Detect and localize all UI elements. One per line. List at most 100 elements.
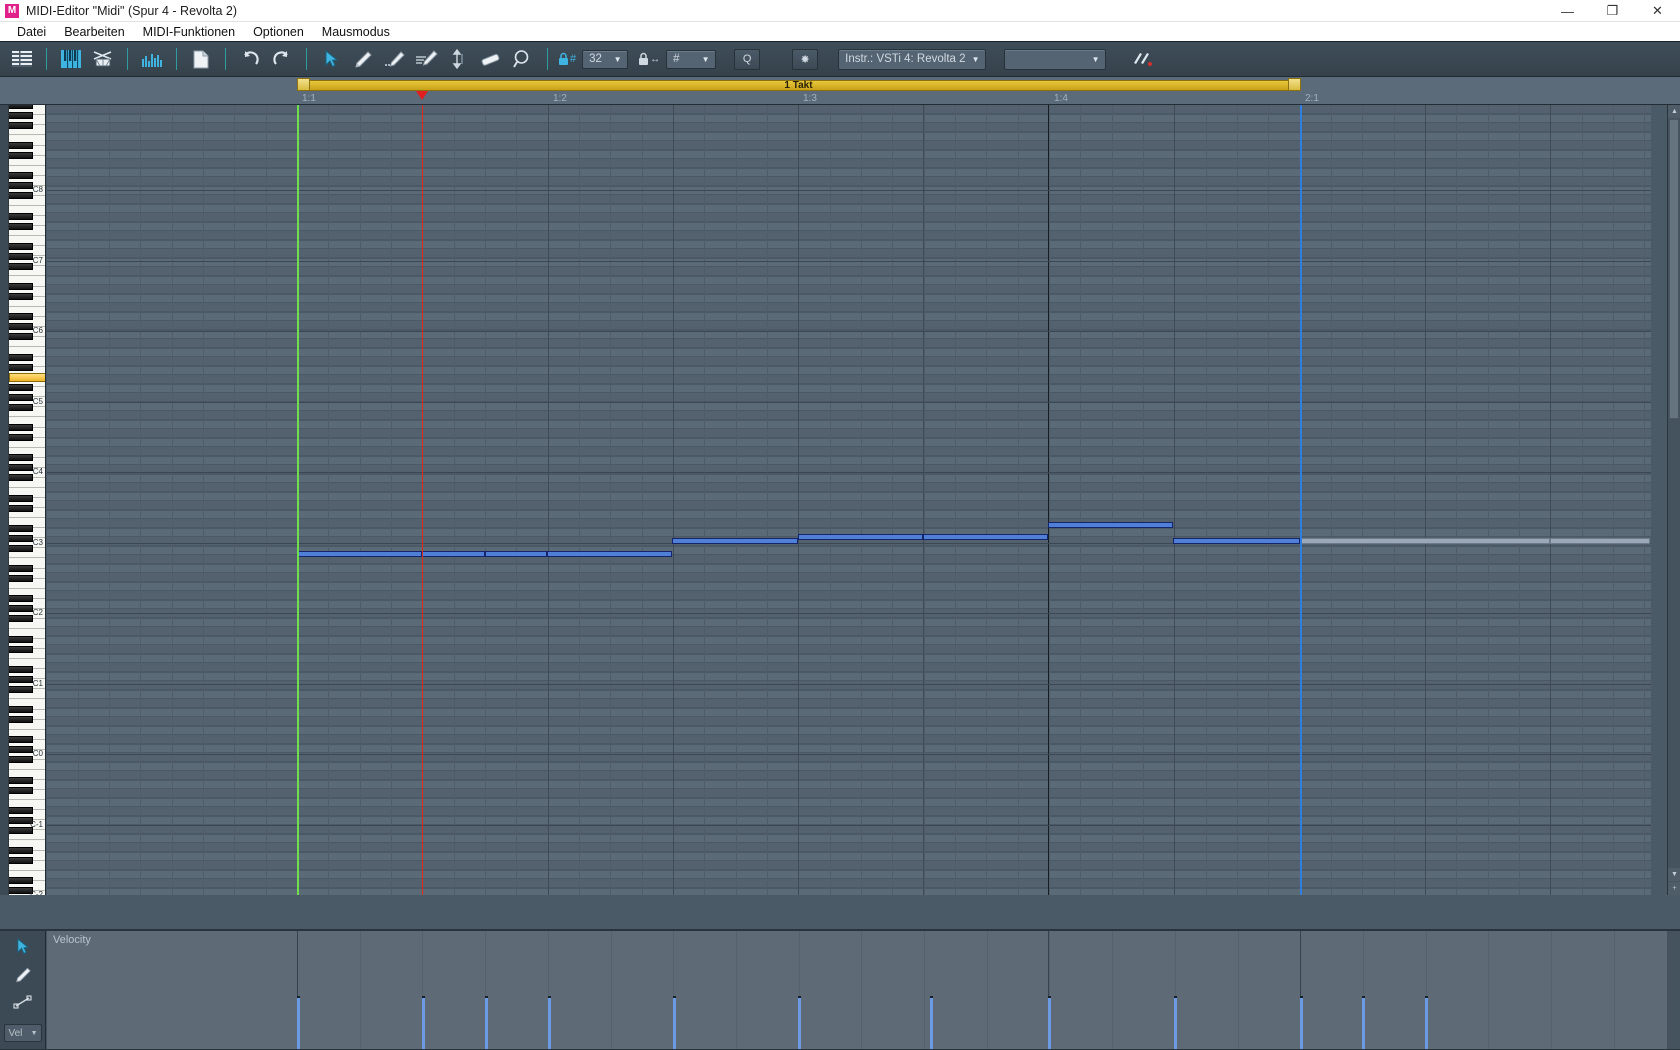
piano-black-key[interactable] bbox=[9, 283, 33, 291]
secondary-select[interactable]: ▼ bbox=[1004, 48, 1107, 70]
draw-pencil-icon[interactable] bbox=[349, 46, 377, 72]
piano-black-key[interactable] bbox=[9, 172, 33, 180]
piano-black-key[interactable] bbox=[9, 847, 33, 855]
vertical-scrollbar[interactable]: ▲ ▼ + bbox=[1667, 105, 1680, 895]
piano-black-key[interactable] bbox=[9, 806, 33, 814]
piano-black-key[interactable] bbox=[9, 524, 33, 532]
timeline-ruler[interactable]: 1 Takt 1:1 1:2 1:3 1:4 2:1 bbox=[0, 77, 1680, 105]
piano-black-key[interactable] bbox=[9, 706, 33, 714]
piano-black-key[interactable] bbox=[9, 333, 33, 341]
undo-icon[interactable] bbox=[236, 46, 264, 72]
piano-black-key[interactable] bbox=[9, 504, 33, 512]
midi-note[interactable] bbox=[547, 551, 672, 557]
menu-midi-funktionen[interactable]: MIDI-Funktionen bbox=[134, 22, 244, 42]
piano-black-key[interactable] bbox=[9, 152, 33, 160]
velocity-lane[interactable]: Velocity bbox=[47, 931, 1667, 1050]
piano-black-key[interactable] bbox=[9, 353, 33, 361]
velocity-bar[interactable] bbox=[1362, 996, 1365, 1050]
quantize-lock-icon[interactable]: # bbox=[558, 52, 576, 66]
menu-optionen[interactable]: Optionen bbox=[244, 22, 313, 42]
piano-black-key[interactable] bbox=[9, 383, 33, 391]
resize-vertical-icon[interactable] bbox=[445, 46, 473, 72]
piano-black-key[interactable] bbox=[9, 434, 33, 442]
piano-black-key[interactable] bbox=[9, 105, 33, 109]
piano-black-key[interactable] bbox=[9, 857, 33, 865]
piano-roll-icon[interactable] bbox=[57, 46, 85, 72]
piano-black-key[interactable] bbox=[9, 474, 33, 482]
menu-datei[interactable]: Datei bbox=[8, 22, 55, 42]
velocity-bar[interactable] bbox=[673, 996, 676, 1050]
velocity-mode-select[interactable]: Vel ▼ bbox=[3, 1024, 42, 1042]
vertical-scroll-thumb[interactable] bbox=[1669, 119, 1679, 419]
piano-black-key[interactable] bbox=[9, 575, 33, 583]
piano-black-key[interactable] bbox=[9, 635, 33, 643]
piano-black-key[interactable] bbox=[9, 565, 33, 573]
piano-black-key[interactable] bbox=[9, 877, 33, 885]
cycle-range-bar[interactable]: 1 Takt bbox=[297, 80, 1300, 91]
piano-black-key[interactable] bbox=[9, 393, 33, 401]
velocity-bar[interactable] bbox=[485, 996, 488, 1050]
highlighted-piano-key[interactable] bbox=[9, 373, 45, 382]
scroll-up-arrow[interactable]: ▲ bbox=[1668, 105, 1680, 118]
piano-black-key[interactable] bbox=[9, 454, 33, 462]
cycle-end-handle[interactable] bbox=[1288, 78, 1301, 91]
velocity-bar[interactable] bbox=[1300, 996, 1303, 1050]
midi-note[interactable] bbox=[1550, 538, 1650, 544]
line-pencil-icon[interactable] bbox=[413, 46, 441, 72]
piano-black-key[interactable] bbox=[9, 685, 33, 693]
dotted-pencil-icon[interactable] bbox=[381, 46, 409, 72]
redo-icon[interactable] bbox=[268, 46, 296, 72]
piano-black-key[interactable] bbox=[9, 323, 33, 331]
minimize-button[interactable]: — bbox=[1545, 0, 1590, 22]
drum-editor-icon[interactable] bbox=[89, 46, 117, 72]
length-value-select[interactable]: # ▼ bbox=[666, 49, 717, 69]
piano-black-key[interactable] bbox=[9, 736, 33, 744]
piano-black-key[interactable] bbox=[9, 605, 33, 613]
midi-note[interactable] bbox=[1173, 538, 1300, 544]
menu-mausmodus[interactable]: Mausmodus bbox=[313, 22, 399, 42]
piano-black-key[interactable] bbox=[9, 313, 33, 321]
piano-black-key[interactable] bbox=[9, 252, 33, 260]
maximize-button[interactable]: ❐ bbox=[1590, 0, 1635, 22]
magnifier-icon[interactable] bbox=[509, 46, 537, 72]
velocity-bar[interactable] bbox=[548, 996, 551, 1050]
midi-note[interactable] bbox=[422, 551, 485, 557]
midi-note[interactable] bbox=[923, 534, 1048, 540]
piano-black-key[interactable] bbox=[9, 192, 33, 200]
piano-black-key[interactable] bbox=[9, 142, 33, 150]
velocity-editor-icon[interactable] bbox=[138, 46, 166, 72]
velocity-bar[interactable] bbox=[1174, 996, 1177, 1050]
piano-black-key[interactable] bbox=[9, 293, 33, 301]
piano-black-key[interactable] bbox=[9, 363, 33, 371]
midi-note[interactable] bbox=[1300, 538, 1550, 544]
quantize-button[interactable]: Q bbox=[734, 48, 761, 70]
piano-black-key[interactable] bbox=[9, 756, 33, 764]
eraser-icon[interactable] bbox=[477, 46, 505, 72]
quantize-value-select[interactable]: 32 ▼ bbox=[582, 49, 629, 69]
piano-black-key[interactable] bbox=[9, 786, 33, 794]
zoom-vertical-button[interactable]: + bbox=[1668, 882, 1680, 895]
drumsticks-icon[interactable] bbox=[1128, 46, 1156, 72]
scroll-down-arrow[interactable]: ▼ bbox=[1668, 868, 1680, 881]
velocity-line-tool-icon[interactable] bbox=[10, 992, 36, 1012]
select-arrow-icon[interactable] bbox=[317, 46, 345, 72]
piano-black-key[interactable] bbox=[9, 424, 33, 432]
piano-black-key[interactable] bbox=[9, 544, 33, 552]
piano-black-key[interactable] bbox=[9, 464, 33, 472]
velocity-bar[interactable] bbox=[422, 996, 425, 1050]
menu-bearbeiten[interactable]: Bearbeiten bbox=[55, 22, 133, 42]
midi-note[interactable] bbox=[672, 538, 798, 544]
piano-black-key[interactable] bbox=[9, 403, 33, 411]
midi-note[interactable] bbox=[485, 551, 547, 557]
velocity-draw-pencil-icon[interactable] bbox=[10, 964, 36, 984]
piano-black-key[interactable] bbox=[9, 111, 33, 119]
note-grid[interactable] bbox=[47, 105, 1651, 895]
piano-black-key[interactable] bbox=[9, 595, 33, 603]
piano-black-key[interactable] bbox=[9, 494, 33, 502]
midi-note[interactable] bbox=[798, 534, 923, 540]
piano-black-key[interactable] bbox=[9, 242, 33, 250]
velocity-bar[interactable] bbox=[297, 996, 300, 1050]
cycle-start-handle[interactable] bbox=[297, 78, 310, 91]
piano-black-key[interactable] bbox=[9, 262, 33, 270]
piano-keys[interactable]: C8 C7 C6 C5 C4 C3 C2 C1 C0 C-1 C-2 bbox=[8, 105, 45, 895]
